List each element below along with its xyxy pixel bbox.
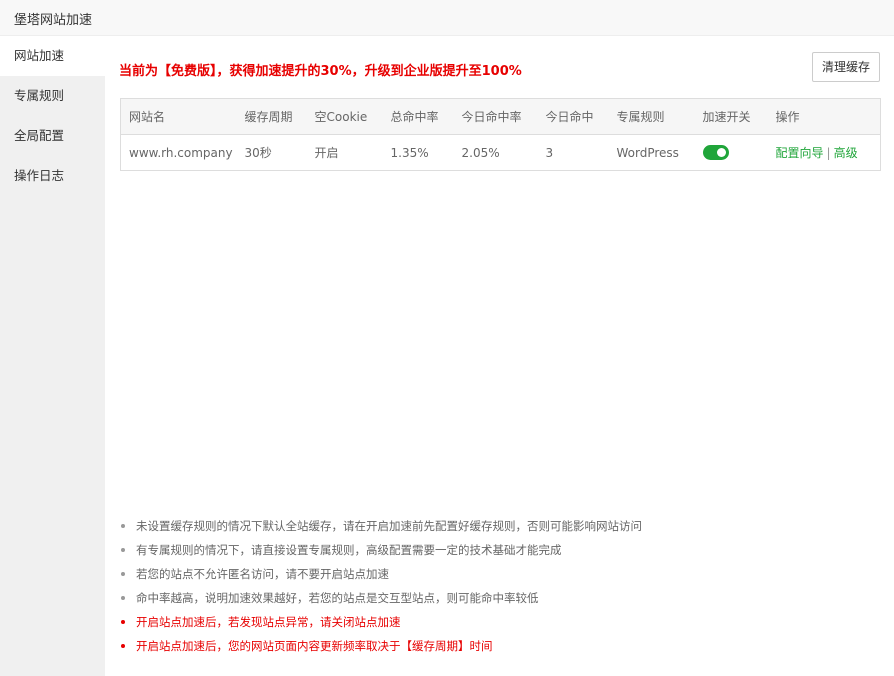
col-header-today-hit-rate: 今日命中率: [453, 98, 538, 135]
col-header-today-hits: 今日命中: [537, 98, 609, 135]
sites-table: 网站名 缓存周期 空Cookie 总命中率 今日命中率 今日命中 专属规则 加速…: [120, 98, 881, 171]
version-notice: 当前为【免费版】，获得加速提升的30%，升级到企业版提升至100%: [119, 64, 522, 79]
cell-rule[interactable]: WordPress: [609, 135, 695, 171]
sidebar-item-site-acceleration[interactable]: 网站加速: [0, 36, 105, 76]
clear-cache-button[interactable]: 清理缓存: [812, 52, 880, 82]
col-header-site: 网站名: [120, 98, 237, 135]
cell-switch: [695, 135, 768, 171]
col-header-cache-period: 缓存周期: [236, 98, 307, 135]
col-header-rule: 专属规则: [608, 98, 695, 135]
col-header-switch: 加速开关: [694, 98, 768, 135]
sidebar-item-dedicated-rules[interactable]: 专属规则: [0, 76, 105, 116]
tips-list: 未设置缓存规则的情况下默认全站缓存，请在开启加速前先配置好缓存规则，否则可能影响…: [119, 514, 642, 658]
cell-today-hits: 3: [545, 145, 554, 160]
cell-today-hit-rate: 2.05%: [461, 145, 500, 160]
sidebar-item-global-config[interactable]: 全局配置: [0, 116, 105, 156]
tip-item: 未设置缓存规则的情况下默认全站缓存，请在开启加速前先配置好缓存规则，否则可能影响…: [121, 514, 642, 538]
tip-item: 若您的站点不允许匿名访问，请不要开启站点加速: [121, 562, 642, 586]
acceleration-toggle[interactable]: [702, 145, 729, 160]
window-title: 堡塔网站加速: [14, 13, 93, 28]
main-panel: 当前为【免费版】，获得加速提升的30%，升级到企业版提升至100% 清理缓存 网…: [105, 36, 894, 676]
col-header-empty-cookie: 空Cookie: [306, 98, 383, 135]
sidebar: 网站加速 专属规则 全局配置 操作日志: [0, 36, 105, 676]
action-separator: |: [826, 146, 831, 160]
toggle-knob: [716, 148, 726, 157]
advanced-link[interactable]: 高级: [834, 146, 858, 160]
table-header-row: 网站名 缓存周期 空Cookie 总命中率 今日命中率 今日命中 专属规则 加速…: [120, 98, 881, 135]
sidebar-item-operation-log[interactable]: 操作日志: [0, 156, 105, 196]
col-header-actions: 操作: [767, 98, 881, 135]
cell-cache-period: 30秒: [244, 146, 272, 160]
tip-item-warning: 开启站点加速后，若发现站点异常，请关闭站点加速: [121, 610, 642, 634]
cell-total-hit-rate: 1.35%: [390, 145, 429, 160]
table-row: www.rh.company 30秒 开启 1.35% 2.05% 3 Word…: [121, 135, 881, 171]
tip-item: 有专属规则的情况下，请直接设置专属规则，高级配置需要一定的技术基础才能完成: [121, 538, 642, 562]
col-header-total-hit-rate: 总命中率: [382, 98, 454, 135]
cell-site: www.rh.company: [129, 145, 233, 160]
tip-item: 命中率越高，说明加速效果越好，若您的站点是交互型站点，则可能命中率较低: [121, 586, 642, 610]
cell-empty-cookie[interactable]: 开启: [307, 135, 383, 171]
cell-actions: 配置向导 | 高级: [768, 135, 881, 171]
config-wizard-link[interactable]: 配置向导: [776, 146, 824, 160]
window-titlebar: 堡塔网站加速: [0, 0, 894, 36]
tip-item-warning: 开启站点加速后，您的网站页面内容更新频率取决于【缓存周期】时间: [121, 634, 642, 658]
